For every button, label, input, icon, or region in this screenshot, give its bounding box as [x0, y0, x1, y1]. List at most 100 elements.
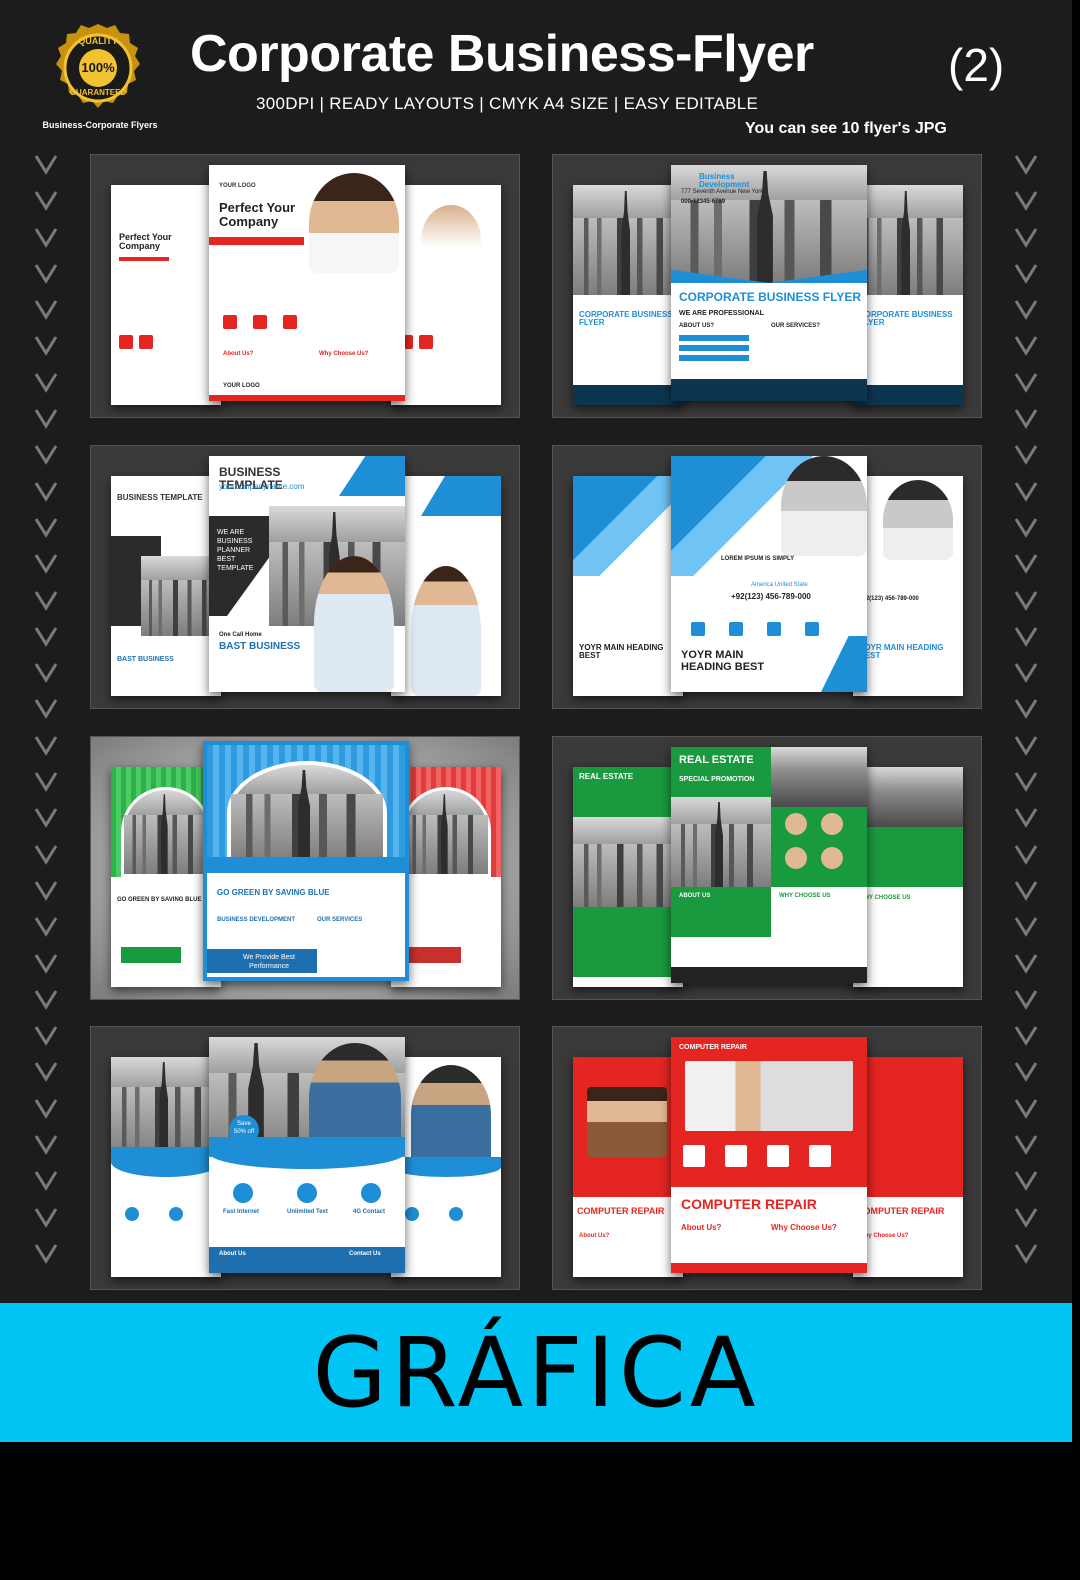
flyer-back-left: COMPUTER REPAIR About Us?	[573, 1057, 683, 1277]
chevron-down-icon	[34, 518, 58, 538]
badge-top-text: QUALITY	[78, 36, 118, 46]
promo-sheet: QUALITY 100% GUARANTEED Business-Corpora…	[0, 0, 1072, 1442]
chevron-down-icon	[1014, 1062, 1038, 1083]
flyer-back-right	[391, 185, 501, 405]
flyer-back-left	[111, 1057, 221, 1277]
flyer-panel-5: GO GREEN BY SAVING BLUE GO GREEN BY SAVI…	[90, 736, 520, 1000]
chevron-down-icon	[1014, 590, 1038, 611]
chevron-down-icon	[34, 590, 58, 611]
flyer-front: Save 50% off Fast Internet Unlimited Tex…	[209, 1037, 405, 1273]
flyer-front: Business Development 777 Seventh Avenue …	[671, 165, 867, 401]
chevron-down-icon	[1014, 881, 1038, 901]
chevron-down-icon	[1014, 1026, 1038, 1046]
flyer-front: COMPUTER REPAIR COMPUTER REPAIR About Us…	[671, 1037, 867, 1273]
banner-label: GRÁFICA	[312, 1316, 760, 1429]
page-title-number: (2)	[948, 39, 1005, 91]
jpg-count-note: You can see 10 flyer's JPG	[745, 120, 947, 137]
chevron-down-icon	[34, 1062, 58, 1083]
flyer-back-right: +92(123) 456-789-000 YOYR MAIN HEADING B…	[853, 476, 963, 696]
chevron-down-icon	[34, 1098, 58, 1119]
chevron-down-icon	[34, 554, 58, 575]
chevron-down-icon	[34, 336, 58, 357]
flyer-front: REAL ESTATE SPECIAL PROMOTION ABOUT US W…	[671, 747, 867, 983]
chevron-down-icon	[1014, 300, 1038, 321]
chevron-down-icon	[1014, 699, 1038, 720]
chevron-down-icon	[1014, 155, 1038, 175]
right-chevron-column	[1006, 150, 1046, 1300]
chevron-down-icon	[1014, 663, 1038, 683]
flyer-panel-7: Save 50% off Fast Internet Unlimited Tex…	[90, 1026, 520, 1290]
badge-bottom-text: GUARANTEED	[69, 88, 127, 97]
chevron-down-icon	[34, 699, 58, 720]
chevron-down-icon	[1014, 1098, 1038, 1119]
bottom-banner: GRÁFICA	[0, 1303, 1072, 1442]
chevron-down-icon	[34, 481, 58, 502]
flyer-back-left: YOYR MAIN HEADING BEST	[573, 476, 683, 696]
chevron-down-icon	[34, 735, 58, 756]
chevron-down-icon	[34, 155, 58, 175]
chevron-down-icon	[34, 1026, 58, 1046]
chevron-down-icon	[34, 227, 58, 248]
flyer-back-left: Perfect Your Company	[111, 185, 221, 405]
chevron-down-icon	[1014, 264, 1038, 284]
chevron-down-icon	[1014, 808, 1038, 829]
chevron-down-icon	[1014, 372, 1038, 393]
chevron-down-icon	[34, 1207, 58, 1228]
flyer-back-right: CORPORATE BUSINESS FLYER	[853, 185, 963, 405]
badge-text: QUALITY 100% GUARANTEED	[40, 22, 156, 114]
chevron-down-icon	[1014, 191, 1038, 212]
chevron-down-icon	[34, 772, 58, 792]
chevron-down-icon	[34, 264, 58, 284]
chevron-down-icon	[1014, 1244, 1038, 1264]
chevron-down-icon	[1014, 627, 1038, 647]
chevron-down-icon	[34, 1171, 58, 1192]
chevron-down-icon	[1014, 336, 1038, 357]
chevron-down-icon	[34, 300, 58, 321]
chevron-down-icon	[1014, 481, 1038, 502]
chevron-down-icon	[1014, 844, 1038, 865]
chevron-down-icon	[34, 844, 58, 865]
chevron-down-icon	[34, 372, 58, 393]
badge-caption: Business-Corporate Flyers	[42, 120, 158, 130]
chevron-down-icon	[34, 445, 58, 466]
chevron-down-icon	[1014, 409, 1038, 429]
flyer-panel-2: CORPORATE BUSINESS FLYER CORPORATE BUSIN…	[552, 154, 982, 418]
chevron-down-icon	[1014, 227, 1038, 248]
flyer-front: BUSINESS TEMPLATE yourcompanyname.com WE…	[209, 456, 405, 692]
chevron-down-icon	[1014, 772, 1038, 792]
chevron-down-icon	[34, 808, 58, 829]
flyer-panel-6: REAL ESTATE WHY CHOOSE US REAL ESTATE SP…	[552, 736, 982, 1000]
flyer-back-right	[391, 1057, 501, 1277]
left-chevron-column	[26, 150, 66, 1300]
flyer-back-right: WHY CHOOSE US	[853, 767, 963, 987]
flyer-back-left: REAL ESTATE	[573, 767, 683, 987]
flyer-back-left: BUSINESS TEMPLATE BAST BUSINESS	[111, 476, 221, 696]
chevron-down-icon	[1014, 735, 1038, 756]
chevron-down-icon	[1014, 990, 1038, 1010]
page-subtitle: 300DPI | READY LAYOUTS | CMYK A4 SIZE | …	[256, 94, 759, 113]
flyer-back-right	[391, 476, 501, 696]
chevron-down-icon	[1014, 953, 1038, 974]
chevron-down-icon	[1014, 518, 1038, 538]
chevron-down-icon	[34, 990, 58, 1010]
flyer-front: YOUR LOGO Perfect Your Company About Us?…	[209, 165, 405, 401]
chevron-down-icon	[34, 627, 58, 647]
chevron-down-icon	[34, 917, 58, 938]
badge-center-text: 100%	[81, 60, 115, 75]
chevron-down-icon	[34, 663, 58, 683]
chevron-down-icon	[34, 1135, 58, 1155]
chevron-down-icon	[1014, 554, 1038, 575]
flyer-panel-3: BUSINESS TEMPLATE BAST BUSINESS BUSINESS…	[90, 445, 520, 709]
chevron-down-icon	[34, 881, 58, 901]
flyer-back-left: CORPORATE BUSINESS FLYER	[573, 185, 683, 405]
chevron-down-icon	[1014, 1135, 1038, 1155]
page-title: Corporate Business-Flyer	[190, 25, 814, 83]
flyer-panel-1: Perfect Your Company YOUR LOGO Perfect Y…	[90, 154, 520, 418]
flyer-back-right: COMPUTER REPAIR Why Choose Us?	[853, 1057, 963, 1277]
chevron-down-icon	[1014, 445, 1038, 466]
flyer-front: GO GREEN BY SAVING BLUE BUSINESS DEVELOP…	[203, 741, 409, 981]
chevron-down-icon	[34, 191, 58, 212]
chevron-down-icon	[1014, 1171, 1038, 1192]
flyer-front: LOREM IPSUM IS SIMPLY America United Sta…	[671, 456, 867, 692]
flyer-panel-4: YOYR MAIN HEADING BEST +92(123) 456-789-…	[552, 445, 982, 709]
